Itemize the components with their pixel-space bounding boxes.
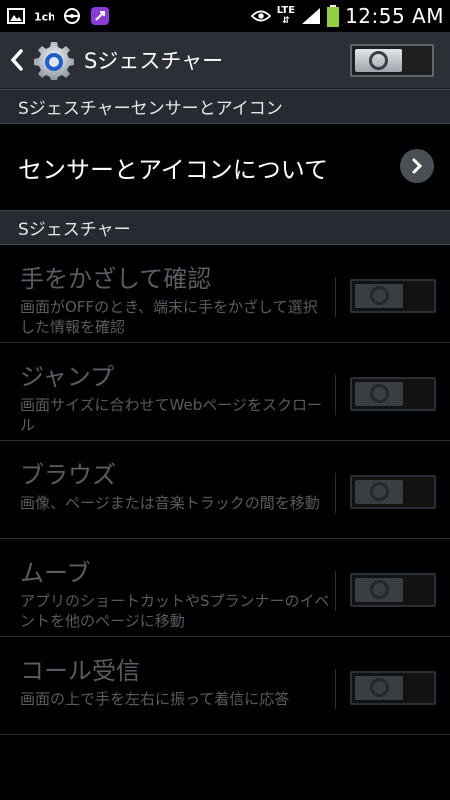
switch-knob xyxy=(355,382,403,406)
eye-icon xyxy=(250,6,271,26)
back-button[interactable] xyxy=(6,32,28,88)
setting-title: ジャンプ xyxy=(20,363,115,391)
setting-description: アプリのショートカットやSプランナーのイベントを他のページに移動 xyxy=(20,592,330,630)
chevron-left-icon xyxy=(10,49,23,71)
steering-icon xyxy=(62,6,82,26)
signal-icon xyxy=(301,6,321,26)
svg-text:1ch: 1ch xyxy=(34,11,54,24)
setting-row-jump[interactable]: ジャンプ 画面サイズに合わせてWebページをスクロール xyxy=(0,343,450,441)
lte-icon: LTE ⇵ xyxy=(276,5,296,27)
divider xyxy=(335,669,336,709)
setting-title: ブラウズ xyxy=(20,461,116,489)
setting-title: ムーブ xyxy=(20,559,91,587)
sensor-info-label: センサーとアイコンについて xyxy=(18,155,329,184)
status-bar: 1ch LTE ⇵ 12:55 AM xyxy=(0,0,450,32)
setting-description: 画像、ページまたは音楽トラックの間を移動 xyxy=(20,494,320,512)
sensor-info-item[interactable]: センサーとアイコンについて xyxy=(0,124,450,210)
setting-row-move[interactable]: ムーブ アプリのショートカットやSプランナーのイベントを他のページに移動 xyxy=(0,539,450,637)
master-toggle-switch[interactable] xyxy=(350,44,434,77)
divider xyxy=(335,375,336,415)
divider xyxy=(335,571,336,611)
chevron-right-icon xyxy=(400,149,434,183)
toggle-switch[interactable] xyxy=(350,573,436,607)
setting-row-browse[interactable]: ブラウズ 画像、ページまたは音楽トラックの間を移動 xyxy=(0,441,450,539)
page-title: Sジェスチャー xyxy=(84,49,224,73)
section-header-gestures: Sジェスチャー xyxy=(0,210,450,245)
settings-gear-icon xyxy=(34,42,74,80)
toggle-switch[interactable] xyxy=(350,279,436,313)
setting-description: 画面サイズに合わせてWebページをスクロール xyxy=(20,396,322,434)
setting-row-call-answer[interactable]: コール受信 画面の上で手を左右に振って着信に応答 xyxy=(0,637,450,735)
divider xyxy=(335,473,336,513)
setting-description: 画面の上で手を左右に振って着信に応答 xyxy=(20,690,290,708)
switch-knob xyxy=(355,578,403,602)
tv-icon: 1ch xyxy=(34,6,54,26)
action-bar: Sジェスチャー xyxy=(0,32,450,89)
setting-row-hover-check[interactable]: 手をかざして確認 画面がOFFのとき、端末に手をかざして選択した情報を確認 xyxy=(0,245,450,343)
section-header-sensor: Sジェスチャーセンサーとアイコン xyxy=(0,89,450,124)
clock: 12:55 AM xyxy=(345,4,444,28)
divider xyxy=(335,277,336,317)
switch-knob xyxy=(355,676,403,700)
setting-description: 画面がOFFのとき、端末に手をかざして選択した情報を確認 xyxy=(20,298,318,336)
battery-icon xyxy=(327,5,340,27)
toggle-switch[interactable] xyxy=(350,377,436,411)
switch-knob xyxy=(355,284,403,308)
switch-knob xyxy=(355,49,402,72)
app-icon xyxy=(90,6,110,26)
toggle-switch[interactable] xyxy=(350,671,436,705)
setting-title: 手をかざして確認 xyxy=(20,265,212,293)
switch-knob xyxy=(355,480,403,504)
setting-title: コール受信 xyxy=(20,657,140,685)
toggle-switch[interactable] xyxy=(350,475,436,509)
image-icon xyxy=(6,6,26,26)
